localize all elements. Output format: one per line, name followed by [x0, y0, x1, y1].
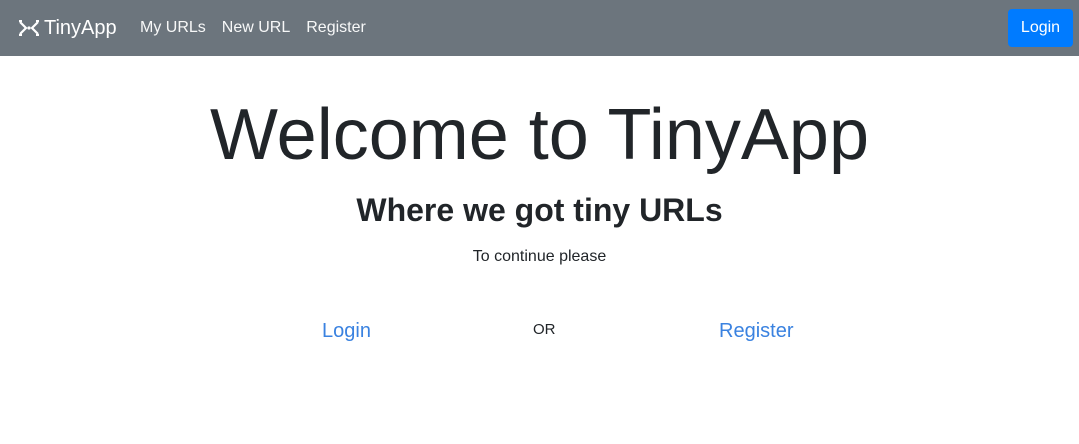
- navbar: TinyApp My URLs New URL Register Login: [0, 0, 1079, 56]
- shuffle-icon: [18, 19, 40, 37]
- login-link[interactable]: Login: [322, 320, 371, 343]
- register-link[interactable]: Register: [719, 320, 793, 343]
- login-button[interactable]: Login: [1008, 9, 1073, 47]
- nav-link-register[interactable]: Register: [306, 19, 366, 37]
- nav-links: My URLs New URL Register: [140, 0, 382, 56]
- continue-prompt: To continue please: [472, 248, 607, 265]
- nav-link-my-urls[interactable]: My URLs: [140, 19, 206, 37]
- page-subtitle: Where we got tiny URLs: [356, 192, 723, 228]
- brand-link[interactable]: TinyApp: [18, 0, 117, 56]
- page-title: Welcome to TinyApp: [210, 95, 869, 175]
- brand-name: TinyApp: [44, 16, 117, 39]
- nav-link-new-url[interactable]: New URL: [222, 19, 290, 37]
- or-separator: OR: [533, 321, 556, 338]
